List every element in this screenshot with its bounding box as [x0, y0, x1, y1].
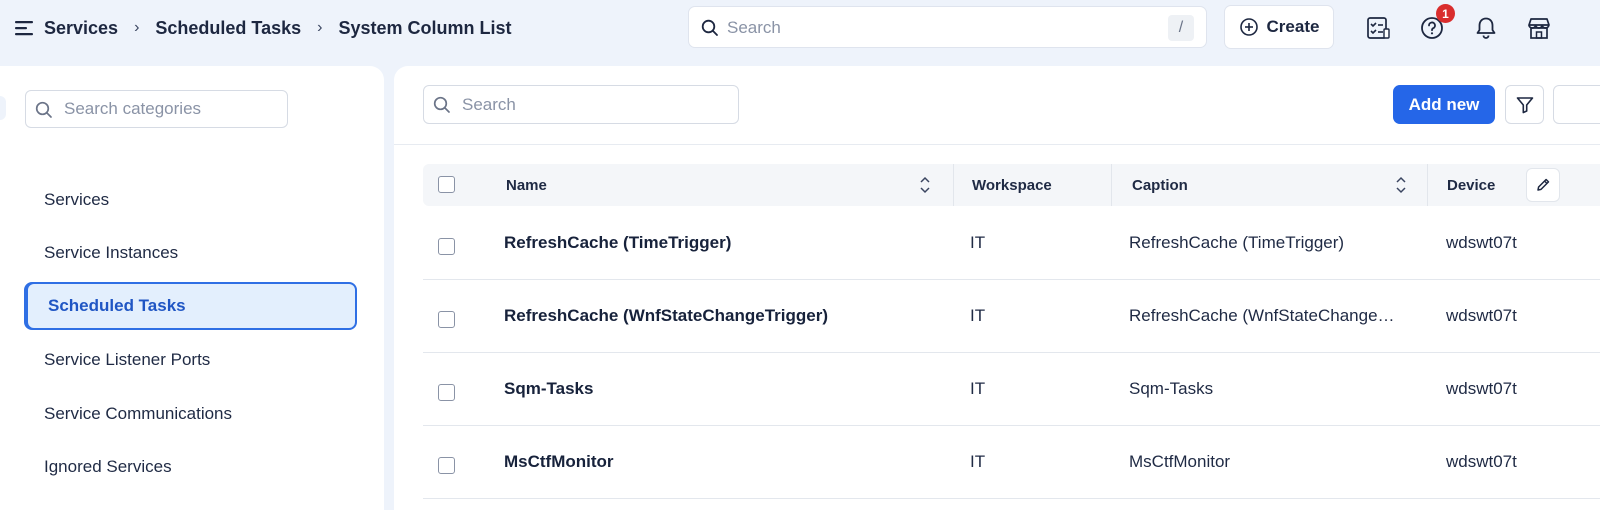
task-list-icon[interactable] [1364, 14, 1392, 42]
list-panel: Add new Name Workspace Caption Device [394, 66, 1600, 510]
filter-icon [1516, 96, 1533, 113]
breadcrumb-scheduled-tasks[interactable]: Scheduled Tasks [155, 18, 301, 39]
checklist-icon [1367, 17, 1390, 39]
table-header: Name Workspace Caption Device [423, 164, 1600, 206]
category-panel: Services Service Instances Scheduled Tas… [0, 66, 384, 510]
sort-icon[interactable] [919, 175, 931, 195]
breadcrumb-services[interactable]: Services [44, 18, 118, 39]
cell-name[interactable]: MsCtfMonitor [504, 426, 944, 498]
menu-icon[interactable] [14, 19, 34, 37]
cell-device: wdswt07t [1446, 452, 1517, 471]
edit-columns-button[interactable] [1526, 168, 1560, 202]
chevron-right-icon: › [134, 19, 140, 36]
search-icon [35, 101, 52, 118]
table-row[interactable]: Sqm-Tasks IT Sqm-Tasks wdswt07t [423, 353, 1600, 426]
shortcut-hint: / [1168, 15, 1194, 41]
cell-caption: RefreshCache (WnfStateChange… [1129, 306, 1395, 325]
notification-badge: 1 [1436, 4, 1455, 23]
column-header-name[interactable]: Name [506, 164, 547, 206]
cell-workspace: IT [970, 452, 986, 471]
notifications-button[interactable] [1472, 14, 1500, 42]
column-divider[interactable] [1111, 164, 1112, 206]
category-service-communications[interactable]: Service Communications [44, 404, 232, 424]
table-row[interactable]: MsCtfMonitor IT MsCtfMonitor wdswt07t [423, 426, 1600, 499]
cell-name[interactable]: RefreshCache (TimeTrigger) [504, 207, 944, 279]
row-checkbox[interactable] [438, 311, 455, 328]
column-divider[interactable] [1427, 164, 1428, 206]
column-divider[interactable] [953, 164, 954, 206]
cell-device: wdswt07t [1446, 379, 1517, 398]
top-bar: Services › Scheduled Tasks › System Colu… [0, 0, 1600, 56]
more-options-button[interactable] [1553, 85, 1600, 124]
column-header-device[interactable]: Device [1447, 164, 1495, 206]
search-icon [701, 19, 718, 36]
category-scheduled-tasks[interactable]: Scheduled Tasks [26, 282, 357, 330]
create-label: Create [1266, 17, 1320, 36]
cell-device: wdswt07t [1446, 233, 1517, 252]
add-new-button[interactable]: Add new [1393, 85, 1495, 124]
column-header-workspace[interactable]: Workspace [972, 164, 1052, 206]
plus-circle-icon [1239, 18, 1258, 36]
category-search[interactable] [25, 90, 288, 128]
panel-collapse-handle[interactable] [0, 96, 6, 120]
cell-name[interactable]: Sqm-Tasks [504, 353, 944, 425]
cell-device: wdswt07t [1446, 306, 1517, 325]
cell-workspace: IT [970, 379, 986, 398]
filter-button[interactable] [1505, 85, 1544, 124]
chevron-right-icon: › [317, 19, 323, 36]
category-services[interactable]: Services [44, 190, 109, 210]
category-ignored-services[interactable]: Ignored Services [44, 457, 172, 477]
bell-icon [1476, 17, 1496, 39]
cell-caption: MsCtfMonitor [1129, 452, 1231, 471]
category-service-instances[interactable]: Service Instances [44, 243, 178, 263]
cell-caption: RefreshCache (TimeTrigger) [1129, 233, 1345, 252]
category-search-input[interactable] [64, 97, 279, 121]
search-icon [433, 96, 450, 113]
sort-icon[interactable] [1395, 175, 1407, 195]
list-search-input[interactable] [462, 93, 727, 117]
row-checkbox[interactable] [438, 384, 455, 401]
breadcrumb-current-page: System Column List [338, 17, 512, 38]
global-search[interactable]: / [688, 6, 1207, 48]
pencil-icon [1537, 178, 1550, 191]
table-row[interactable]: RefreshCache (WnfStateChangeTrigger) IT … [423, 280, 1600, 353]
store-icon [1528, 18, 1550, 39]
cell-name[interactable]: RefreshCache (WnfStateChangeTrigger) [504, 280, 944, 352]
cell-workspace: IT [970, 233, 986, 252]
category-service-listener-ports[interactable]: Service Listener Ports [44, 350, 210, 370]
breadcrumb: Services › Scheduled Tasks › System Colu… [44, 0, 512, 56]
table-row[interactable]: RefreshCache (TimeTrigger) IT RefreshCac… [423, 207, 1600, 280]
category-label: Scheduled Tasks [48, 296, 186, 315]
select-all-checkbox[interactable] [438, 176, 455, 193]
store-button[interactable] [1525, 14, 1553, 42]
row-checkbox[interactable] [438, 457, 455, 474]
toolbar-divider [394, 144, 1600, 145]
cell-caption: Sqm-Tasks [1129, 379, 1214, 398]
list-search[interactable] [423, 85, 739, 124]
row-checkbox[interactable] [438, 238, 455, 255]
create-button[interactable]: Create [1224, 5, 1334, 49]
global-search-input[interactable] [727, 15, 1147, 41]
cell-workspace: IT [970, 306, 986, 325]
column-header-caption[interactable]: Caption [1132, 164, 1188, 206]
